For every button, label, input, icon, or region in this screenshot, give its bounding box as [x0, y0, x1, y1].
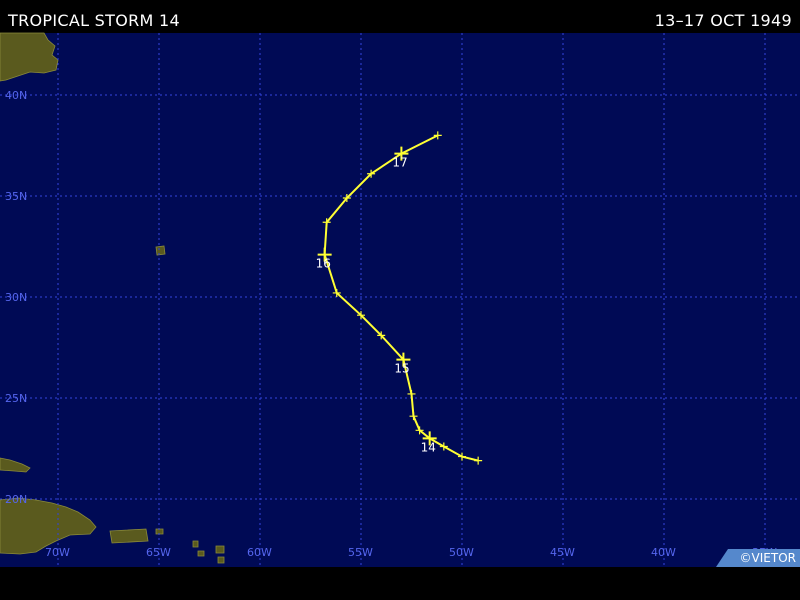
- latitude-label: 35N: [5, 190, 27, 203]
- latitude-label: 30N: [5, 291, 27, 304]
- latitude-label: 40N: [5, 89, 27, 102]
- longitude-label: 50W: [449, 546, 474, 559]
- latitude-label: 20N: [5, 493, 27, 506]
- day-marker-label: 16: [316, 257, 331, 271]
- credit-vietor: ©VIETOR: [739, 551, 796, 565]
- ocean-background: [0, 33, 800, 567]
- landmass-puerto-rico: [109, 528, 149, 544]
- longitude-label: 70W: [45, 546, 70, 559]
- day-marker-label: 15: [394, 362, 409, 376]
- longitude-label: 55W: [348, 546, 373, 559]
- longitude-label: 65W: [146, 546, 171, 559]
- landmass-bermuda: [155, 245, 166, 256]
- track-map-canvas: 40N35N30N25N20N 70W65W60W55W50W45W40W35W…: [0, 32, 800, 567]
- longitude-label: 45W: [550, 546, 575, 559]
- day-marker-label: 14: [421, 440, 436, 454]
- longitude-label: 60W: [247, 546, 272, 559]
- storm-track-map-view: TROPICAL STORM 14 13–17 OCT 1949 40N 35N 3…: [0, 0, 800, 600]
- day-marker-label: 17: [392, 156, 407, 170]
- longitude-label: 40W: [651, 546, 676, 559]
- latitude-label: 25N: [5, 392, 27, 405]
